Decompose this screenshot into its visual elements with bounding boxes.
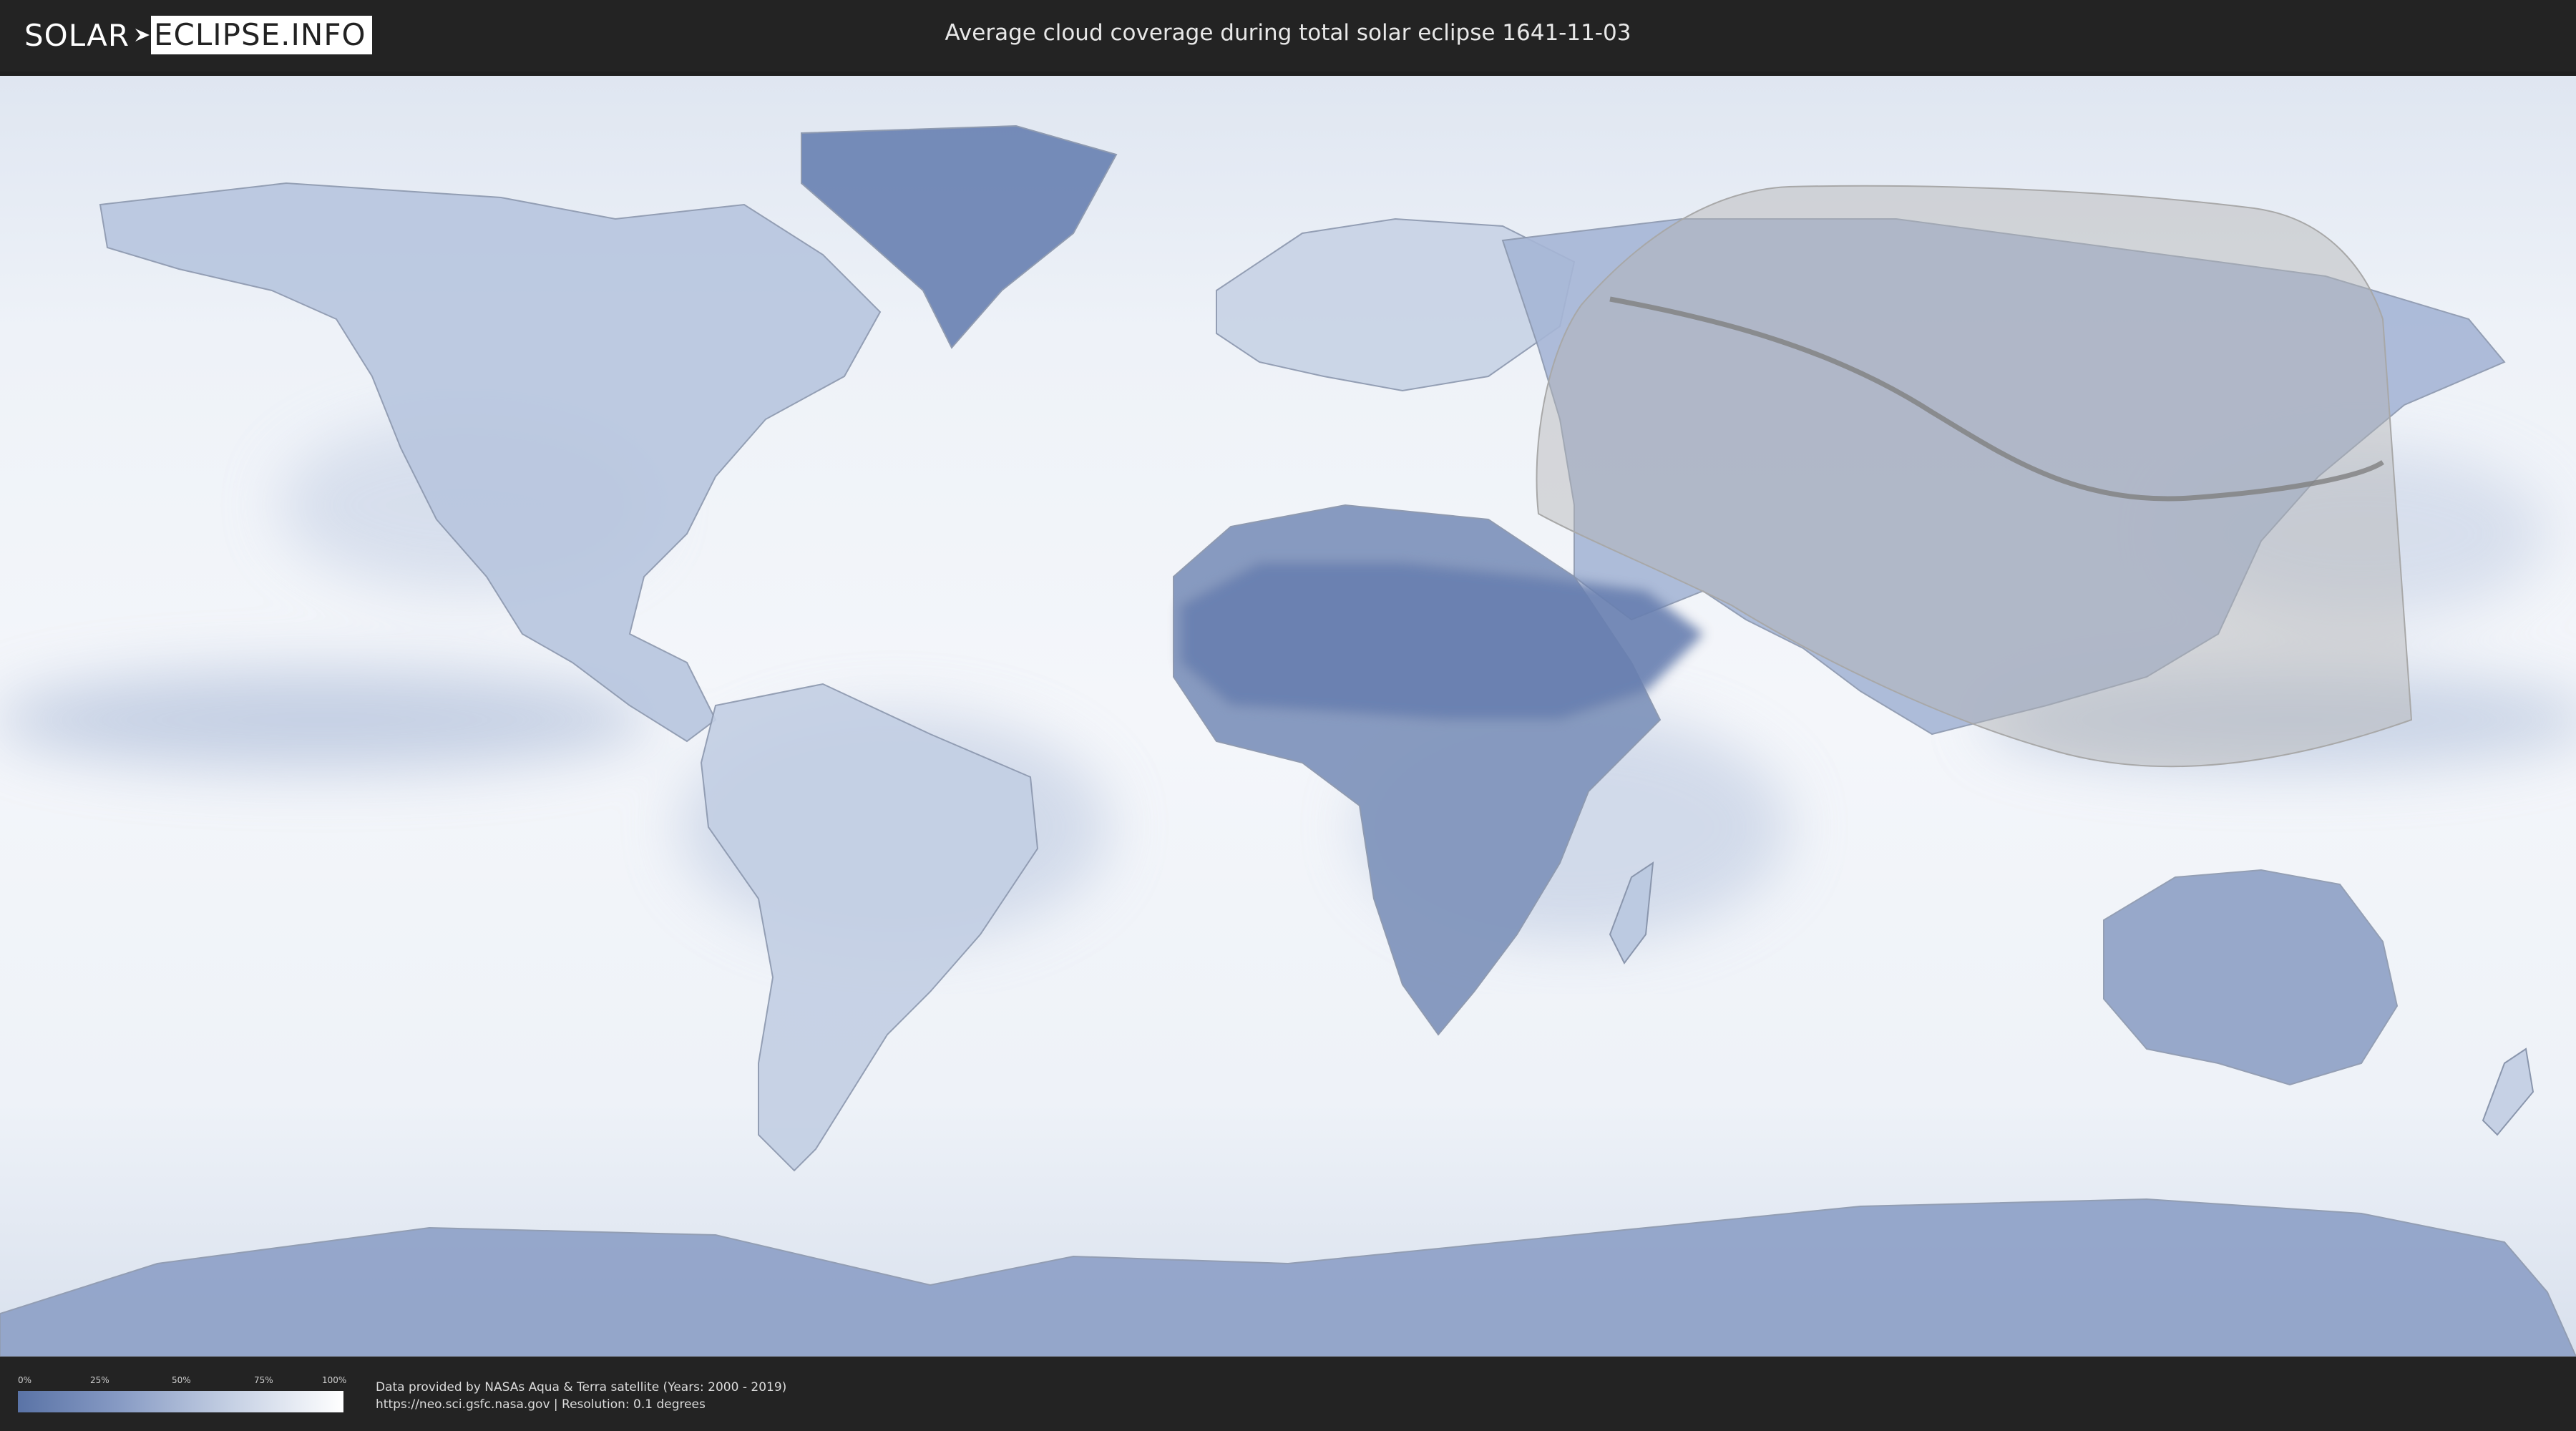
legend-tick-100: 100% xyxy=(322,1375,347,1385)
credit-line-2[interactable]: https://neo.sci.gsfc.nasa.gov | Resoluti… xyxy=(376,1396,786,1413)
legend-tick-50: 50% xyxy=(172,1375,191,1385)
header-bar: SOLAR ECLIPSE.INFO Average cloud coverag… xyxy=(0,0,2576,72)
legend-tick-25: 25% xyxy=(90,1375,109,1385)
page-title: Average cloud coverage during total sola… xyxy=(945,20,1631,46)
data-credit: Data provided by NASAs Aqua & Terra sate… xyxy=(376,1379,786,1413)
legend-color-bar xyxy=(18,1391,343,1412)
legend-ticks: 0% 25% 50% 75% 100% xyxy=(18,1375,347,1385)
credit-line-1: Data provided by NASAs Aqua & Terra sate… xyxy=(376,1380,787,1395)
legend-tick-0: 0% xyxy=(18,1375,32,1385)
legend-tick-75: 75% xyxy=(254,1375,273,1385)
world-cloud-map xyxy=(0,76,2576,1357)
